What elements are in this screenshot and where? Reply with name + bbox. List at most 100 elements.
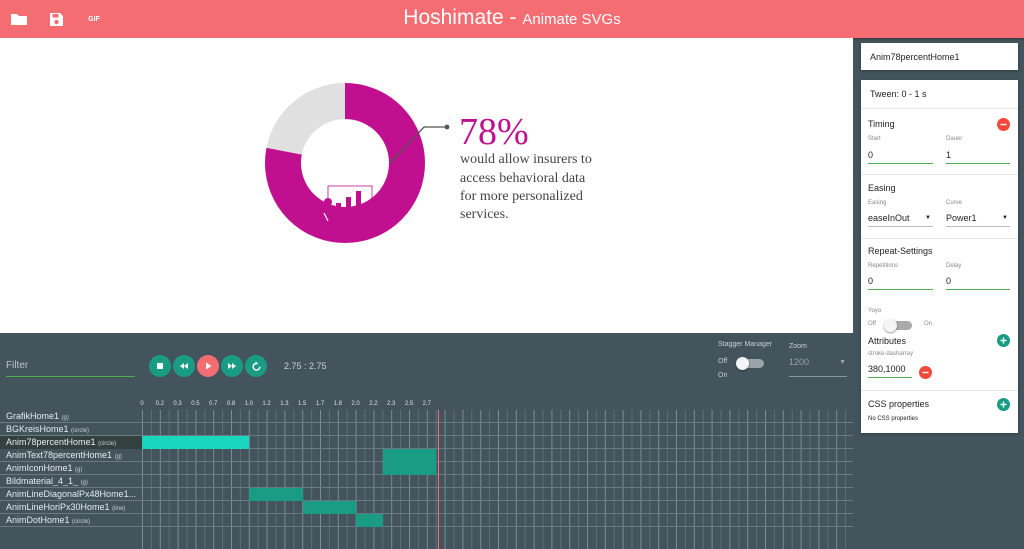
tween-block[interactable] bbox=[302, 501, 356, 514]
minus-icon bbox=[1000, 123, 1007, 126]
percent-text: 78% bbox=[459, 111, 529, 153]
start-label: Start bbox=[868, 136, 881, 142]
start-input[interactable]: 0 bbox=[868, 144, 933, 164]
timeline-row[interactable]: GrafikHome1 (g) bbox=[0, 410, 853, 423]
curve-select[interactable]: Power1 ▼ bbox=[946, 207, 1010, 227]
timeline-row[interactable]: AnimLineHoriPx30Home1 (line) bbox=[0, 501, 853, 514]
layer-name: AnimLineHoriPx30Home1 (line) bbox=[6, 502, 138, 512]
remove-timing-button[interactable] bbox=[997, 118, 1010, 131]
duration-input[interactable]: 1 bbox=[946, 144, 1010, 164]
ruler-tick-label: 1.0 bbox=[244, 401, 253, 407]
easing-value: easeInOut bbox=[868, 213, 910, 223]
zoom-select[interactable]: 1200 ▼ bbox=[789, 355, 847, 377]
app: GIF Hoshimate - Animate SVGs 78% would a bbox=[0, 0, 1024, 549]
layer-name: Bildmaterial_4_1_ (g) bbox=[6, 476, 138, 486]
layer-name: GrafikHome1 (g) bbox=[6, 411, 138, 421]
layer-name: AnimText78percentHome1 (g) bbox=[6, 450, 138, 460]
ruler-tick-label: 2.2 bbox=[369, 401, 378, 407]
play-button[interactable] bbox=[197, 355, 219, 377]
layer-label: AnimLineDiagonalPx48Home1... bbox=[6, 489, 137, 499]
stagger-toggle-knob[interactable] bbox=[736, 357, 749, 370]
app-subtitle: Animate SVGs bbox=[522, 11, 621, 28]
time-readout: 2.75 : 2.75 bbox=[284, 361, 327, 371]
layer-type: (line) bbox=[112, 506, 126, 512]
tween-block[interactable] bbox=[382, 449, 437, 462]
attributes-title: Attributes bbox=[868, 336, 907, 346]
yoyo-label: Yoyo bbox=[868, 308, 882, 314]
layer-label: AnimDotHome1 bbox=[6, 515, 70, 525]
tween-block[interactable] bbox=[249, 488, 303, 501]
ruler-tick-label: 1.5 bbox=[298, 401, 307, 407]
element-name-card: Anim78percentHome1 bbox=[861, 43, 1018, 70]
layer-name: AnimLineDiagonalPx48Home1... bbox=[6, 489, 138, 499]
line-dot bbox=[444, 124, 450, 130]
timeline-row[interactable]: Bildmaterial_4_1_ (g) bbox=[0, 475, 853, 488]
ruler-tick-label: 0.2 bbox=[155, 401, 164, 407]
ruler-tick-label: 2.5 bbox=[404, 401, 414, 407]
stop-button[interactable] bbox=[149, 355, 171, 377]
ruler-tick-label: 0.7 bbox=[209, 401, 218, 407]
timeline-row[interactable]: BGKreisHome1 (circle) bbox=[0, 423, 853, 436]
repetitions-input[interactable]: 0 bbox=[868, 270, 933, 290]
ruler-tick-label: 1.3 bbox=[280, 401, 289, 407]
tween-block[interactable] bbox=[356, 514, 383, 527]
stage-text-line-1: would allow insurers to bbox=[460, 152, 592, 167]
timeline-row[interactable]: Anim78percentHome1 (circle) bbox=[0, 436, 853, 449]
svg-stage[interactable]: 78% would allow insurers to access behav… bbox=[0, 38, 853, 333]
delay-input[interactable]: 0 bbox=[946, 270, 1010, 290]
stagger-manager-label: Stagger Manager bbox=[718, 341, 773, 348]
ruler-tick-label: 2.7 bbox=[422, 401, 431, 407]
layer-type: (circle) bbox=[98, 441, 117, 447]
tween-block[interactable] bbox=[142, 436, 249, 449]
divider bbox=[861, 238, 1018, 239]
ruler-tick-label: 2.0 bbox=[351, 401, 360, 407]
timing-title: Timing bbox=[868, 119, 895, 129]
timeline-ruler: 0 0.2 0.3 0.5 0.7 0.8 1.0 1.2 1.3 1.5 1.7 1.8 2.0 2.2… bbox=[140, 398, 853, 410]
plus-icon bbox=[1000, 401, 1007, 408]
tween-title: Tween: 0 - 1 s bbox=[870, 89, 927, 99]
remove-attribute-button[interactable] bbox=[919, 366, 932, 379]
tween-block[interactable] bbox=[382, 462, 437, 475]
chevron-down-icon: ▼ bbox=[1002, 215, 1008, 221]
element-name: Anim78percentHome1 bbox=[870, 52, 960, 62]
layer-type: (circle) bbox=[71, 428, 90, 434]
tween-settings-card: Tween: 0 - 1 s Timing Start 0 Dauer 1 Ea… bbox=[861, 80, 1018, 433]
layer-label: AnimLineHoriPx30Home1 bbox=[6, 502, 110, 512]
fast-forward-icon bbox=[228, 363, 236, 369]
easing-title: Easing bbox=[868, 183, 896, 193]
yoyo-on-label: On bbox=[924, 321, 933, 327]
ruler-tick-label: 0 bbox=[140, 401, 144, 407]
rewind-button[interactable] bbox=[173, 355, 195, 377]
curve-value: Power1 bbox=[946, 213, 977, 223]
layer-label: Bildmaterial_4_1_ bbox=[6, 476, 79, 486]
yoyo-off-label: Off bbox=[868, 321, 876, 327]
repetitions-label: Repetitions bbox=[868, 263, 899, 269]
yoyo-toggle-knob[interactable] bbox=[884, 319, 897, 332]
filter-input[interactable] bbox=[6, 355, 135, 377]
title-separator: - bbox=[503, 6, 523, 29]
ruler-tick-label: 0.3 bbox=[173, 401, 182, 407]
replay-button[interactable] bbox=[245, 355, 267, 377]
attribute-value-input[interactable]: 380,1000 bbox=[868, 358, 912, 378]
zoom-label: Zoom bbox=[789, 343, 807, 350]
ruler-tick-label: 1.7 bbox=[315, 401, 325, 407]
timeline-row[interactable]: AnimDotHome1 (circle) bbox=[0, 514, 853, 527]
stage-text-line-4: services. bbox=[460, 207, 509, 222]
layer-label: BGKreisHome1 bbox=[6, 424, 69, 434]
add-css-property-button[interactable] bbox=[997, 398, 1010, 411]
timeline-row[interactable]: AnimText78percentHome1 (g) bbox=[0, 449, 853, 462]
timeline-row[interactable]: AnimLineDiagonalPx48Home1... bbox=[0, 488, 853, 501]
stage-text-line-2: access behavioral data bbox=[460, 171, 586, 186]
layer-label: AnimIconHome1 bbox=[6, 463, 73, 473]
playhead[interactable] bbox=[438, 410, 439, 549]
chevron-down-icon: ▼ bbox=[839, 359, 846, 366]
easing-select[interactable]: easeInOut ▼ bbox=[868, 207, 933, 227]
css-properties-title: CSS properties bbox=[868, 399, 930, 409]
add-attribute-button[interactable] bbox=[997, 334, 1010, 347]
ruler-tick-label: 0.5 bbox=[191, 401, 200, 407]
timeline-row[interactable]: AnimIconHome1 (g) bbox=[0, 462, 853, 475]
fast-forward-button[interactable] bbox=[221, 355, 243, 377]
layer-name: AnimIconHome1 (g) bbox=[6, 463, 138, 473]
layer-label: GrafikHome1 bbox=[6, 411, 60, 421]
ruler-tick-label: 1.2 bbox=[262, 401, 271, 407]
